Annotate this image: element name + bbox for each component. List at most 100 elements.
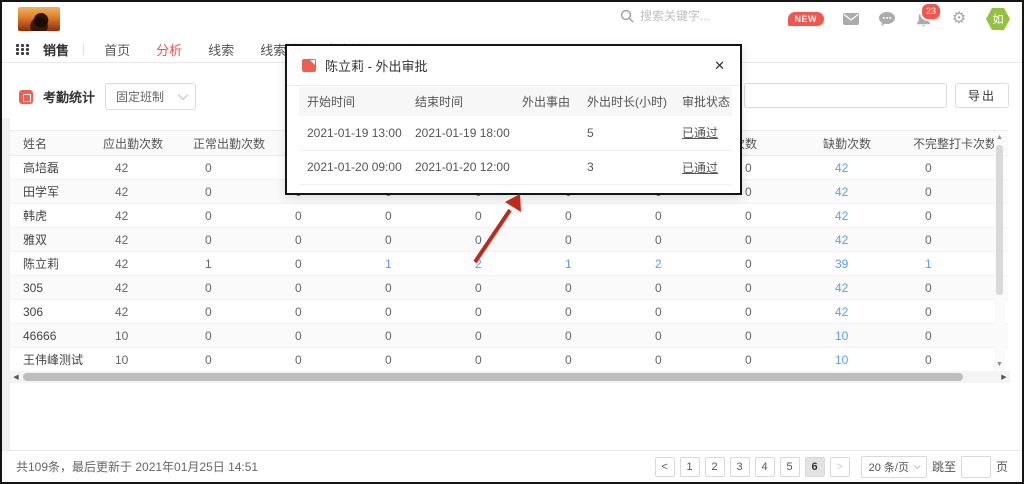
filter-input[interactable] (744, 83, 947, 108)
scroll-left-icon[interactable]: ◀ (10, 371, 22, 383)
table-cell: 0 (905, 276, 1008, 300)
modal-cell: 3 (579, 150, 674, 184)
name-cell: 高培磊 (10, 156, 95, 180)
table-cell: 10 (95, 348, 185, 372)
nav-item-0[interactable]: 首页 (104, 40, 130, 59)
modal-column-header-4: 审批状态 (674, 87, 732, 116)
cell-link[interactable]: 42 (815, 276, 905, 300)
bell-icon[interactable]: 23 (914, 10, 932, 28)
cell-link[interactable]: 1 (545, 252, 635, 276)
table-cell: 0 (185, 204, 275, 228)
table-cell: 0 (455, 204, 545, 228)
cell-link[interactable]: 42 (815, 180, 905, 204)
cell-link[interactable]: 42 (815, 204, 905, 228)
table-cell: 42 (95, 228, 185, 252)
table-cell: 0 (275, 252, 365, 276)
gear-icon[interactable]: ⚙ (950, 10, 968, 28)
vertical-scrollbar[interactable]: ▲ ▼ (994, 132, 1005, 370)
table-cell: 0 (635, 324, 725, 348)
table-cell: 0 (365, 300, 455, 324)
apps-grid-icon[interactable] (16, 44, 30, 55)
table-row: 王伟峰测试100000000100 (10, 348, 1008, 372)
brand-label: 销售 (43, 40, 69, 59)
cell-link[interactable]: 39 (815, 252, 905, 276)
close-icon[interactable]: ✕ (714, 59, 725, 72)
name-cell: 46666 (10, 324, 95, 348)
table-cell: 0 (185, 180, 275, 204)
toolbar-right: 导出 (744, 83, 1009, 108)
table-cell: 0 (365, 348, 455, 372)
chevron-down-icon (178, 90, 188, 100)
table-cell: 0 (185, 276, 275, 300)
table-row: 陈立莉421012120391 (10, 252, 1008, 276)
column-header-10: 不完整打卡次数 (905, 131, 1008, 156)
table-cell: 0 (635, 204, 725, 228)
chat-icon[interactable] (878, 10, 896, 28)
table-cell: 0 (905, 228, 1008, 252)
nav-item-1[interactable]: 分析 (156, 40, 182, 59)
table-cell: 0 (185, 228, 275, 252)
table-cell: 0 (545, 348, 635, 372)
page-button-5[interactable]: 5 (780, 457, 800, 477)
attendance-module-icon (19, 90, 33, 104)
table-cell: 0 (275, 204, 365, 228)
horizontal-scrollbar[interactable]: ◀ ▶ (10, 371, 1010, 383)
table-cell: 42 (95, 180, 185, 204)
table-cell: 0 (905, 324, 1008, 348)
cell-link[interactable]: 10 (815, 324, 905, 348)
page-button-4[interactable]: 4 (755, 457, 775, 477)
cell-link[interactable]: 1 (905, 252, 1008, 276)
table-cell: 42 (95, 300, 185, 324)
cell-link[interactable]: 42 (815, 156, 905, 180)
modal-header: 陈立莉 - 外出审批 ✕ (287, 46, 740, 86)
approval-status-link[interactable]: 已通过 (674, 150, 732, 184)
mail-icon[interactable] (842, 10, 860, 28)
table-cell: 0 (905, 300, 1008, 324)
page-button-6[interactable]: 6 (805, 457, 825, 477)
prev-page-button[interactable]: < (655, 457, 675, 477)
scroll-up-icon[interactable]: ▲ (994, 132, 1005, 143)
search-input[interactable] (640, 9, 770, 23)
hscroll-thumb[interactable] (23, 373, 963, 381)
table-cell: 42 (95, 204, 185, 228)
export-button[interactable]: 导出 (955, 83, 1009, 108)
table-cell: 0 (275, 348, 365, 372)
nav-item-2[interactable]: 线索 (208, 40, 234, 59)
table-cell: 0 (725, 324, 815, 348)
avatar[interactable]: 如 (986, 7, 1010, 31)
modal-body: 开始时间结束时间外出事由外出时长(小时)审批状态 2021-01-19 13:0… (287, 86, 740, 185)
vscroll-thumb[interactable] (996, 145, 1003, 295)
shift-type-select[interactable]: 固定班制 (105, 83, 196, 110)
scroll-right-icon[interactable]: ▶ (998, 371, 1010, 383)
page-button-2[interactable]: 2 (705, 457, 725, 477)
table-cell: 0 (635, 300, 725, 324)
jump-page-input[interactable] (961, 456, 991, 478)
next-page-button[interactable]: > (830, 457, 850, 477)
table-cell: 0 (545, 324, 635, 348)
modal-cell (514, 150, 579, 184)
table-row: 46666100000000100 (10, 324, 1008, 348)
table-cell: 0 (545, 204, 635, 228)
page-gutter (2, 118, 10, 450)
table-cell: 0 (365, 276, 455, 300)
modal-header-row: 开始时间结束时间外出事由外出时长(小时)审批状态 (299, 87, 732, 116)
scroll-down-icon[interactable]: ▼ (994, 359, 1005, 370)
notification-count-badge: 23 (920, 2, 942, 21)
table-cell: 0 (275, 276, 365, 300)
page-button-1[interactable]: 1 (680, 457, 700, 477)
page-button-3[interactable]: 3 (730, 457, 750, 477)
cell-link[interactable]: 42 (815, 228, 905, 252)
approval-status-link[interactable]: 已通过 (674, 116, 732, 150)
table-cell: 42 (95, 252, 185, 276)
cell-link[interactable]: 2 (455, 252, 545, 276)
cell-link[interactable]: 10 (815, 348, 905, 372)
table-cell: 0 (365, 324, 455, 348)
cell-link[interactable]: 1 (365, 252, 455, 276)
table-cell: 0 (635, 348, 725, 372)
page-size-select[interactable]: 20 条/页 (861, 456, 927, 478)
table-cell: 0 (725, 276, 815, 300)
cell-link[interactable]: 2 (635, 252, 725, 276)
name-cell: 陈立莉 (10, 252, 95, 276)
logo-image[interactable] (18, 7, 60, 31)
cell-link[interactable]: 42 (815, 300, 905, 324)
